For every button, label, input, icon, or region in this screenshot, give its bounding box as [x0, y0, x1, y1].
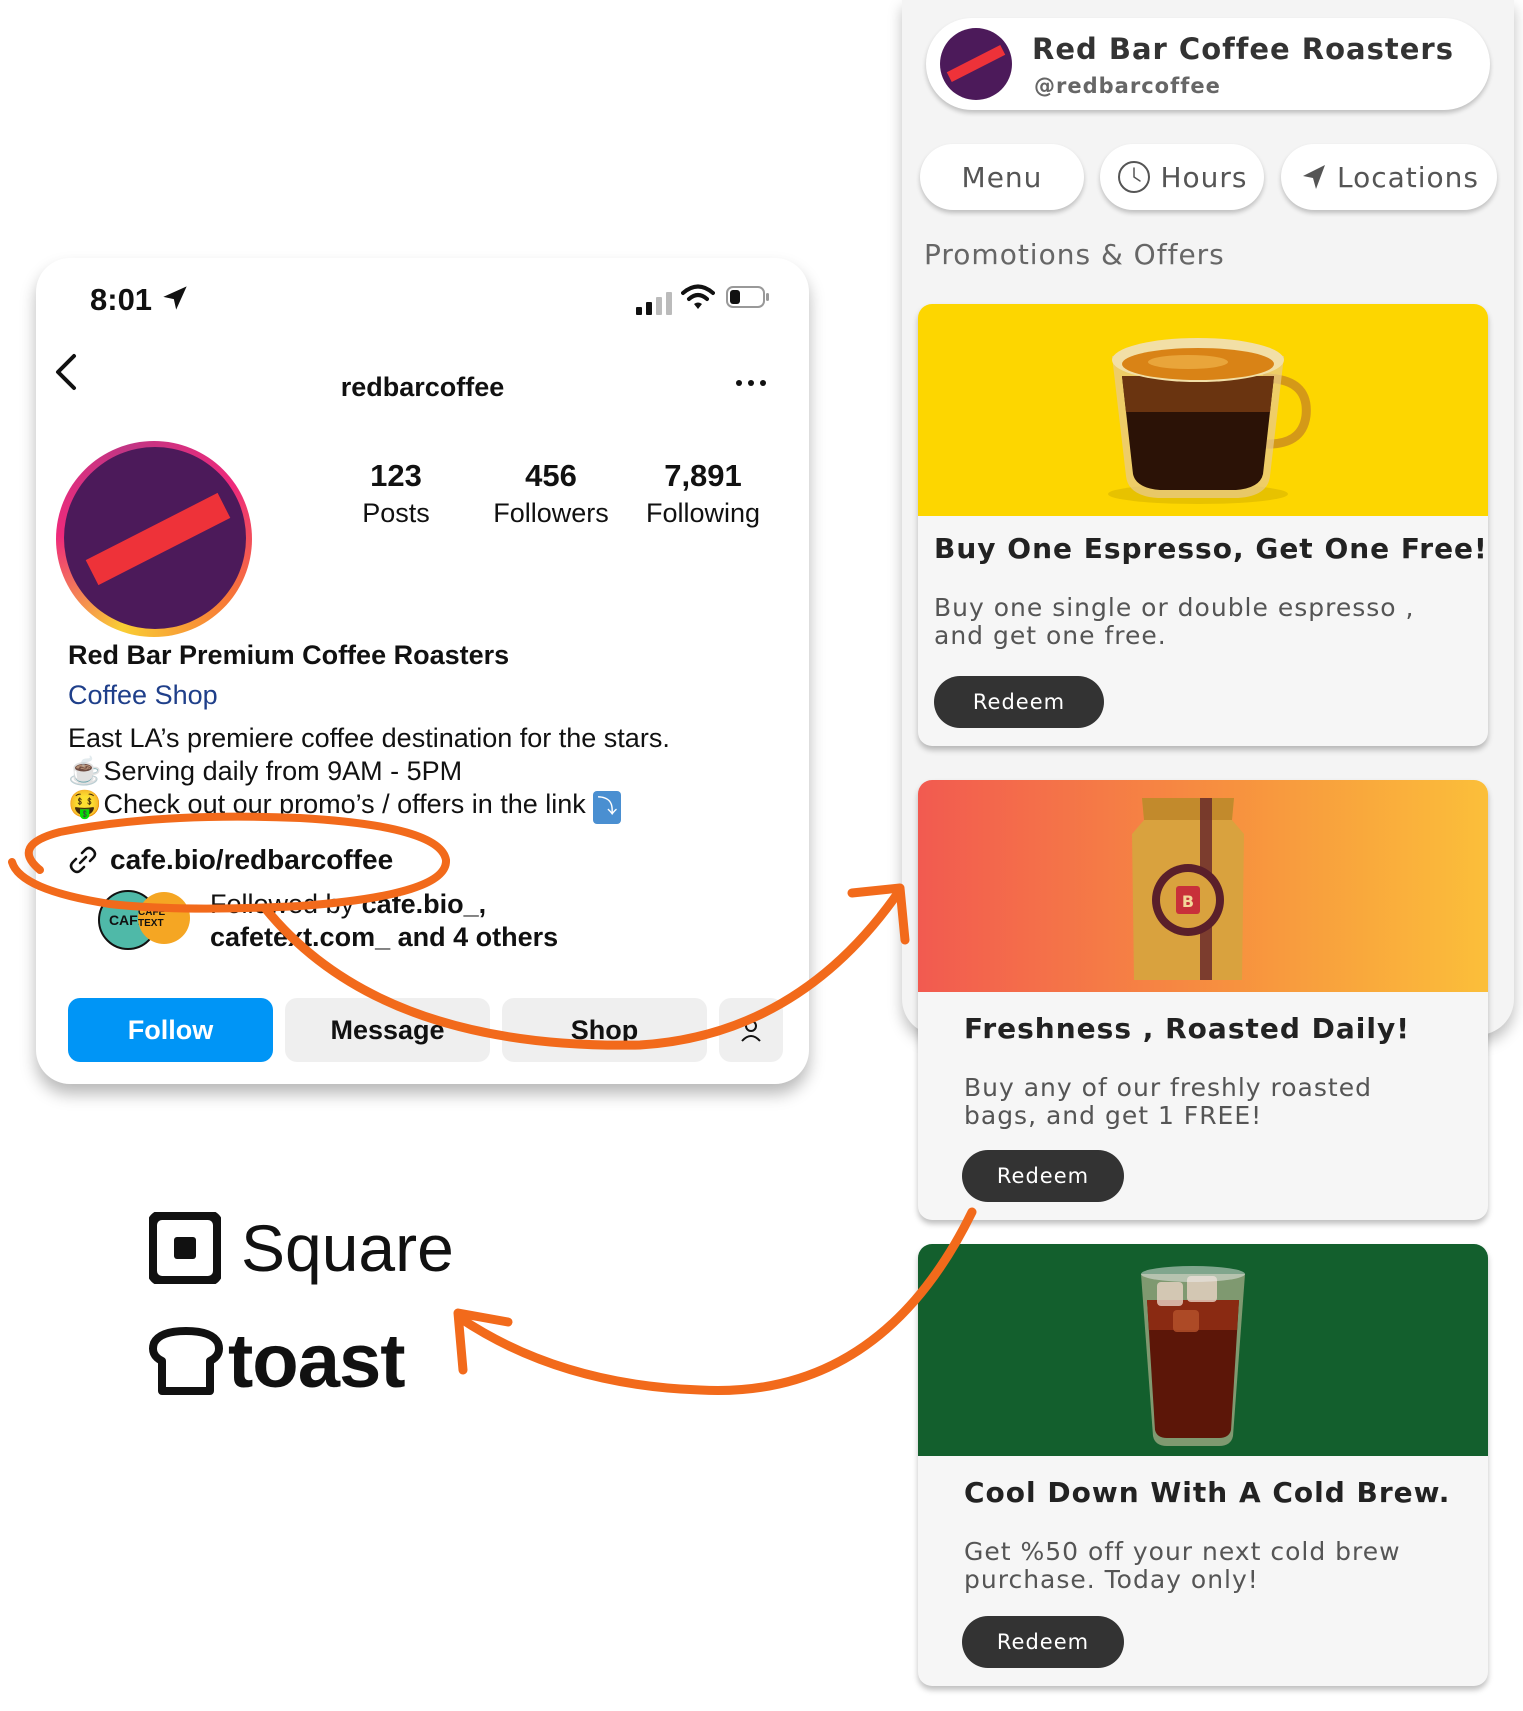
arrowhead [453, 1308, 513, 1375]
mutual-follower-avatars[interactable]: CAFE CAFE TEXT [98, 890, 198, 950]
cold-brew-glass-image [1141, 1266, 1245, 1446]
profile-username: redbarcoffee [340, 372, 505, 402]
follow-button[interactable]: Follow [68, 998, 273, 1062]
promo-title: Freshness , Roasted Daily! [964, 1012, 1410, 1045]
promo-banner: B [918, 780, 1488, 992]
avatar [940, 28, 1012, 100]
arrowhead [847, 883, 910, 945]
message-button[interactable]: Message [285, 998, 490, 1062]
posts-label: Posts [362, 498, 430, 528]
location-arrow-icon [163, 286, 187, 310]
bio-line: Check out our promo’s / offers in the li… [103, 789, 586, 819]
promo-description: Buy one single or double espresso , and … [934, 593, 1415, 650]
promo-title: Cool Down With A Cold Brew. [964, 1476, 1451, 1509]
more-options-icon[interactable] [736, 380, 766, 386]
link-icon [69, 846, 97, 874]
promo-title: Buy One Espresso, Get One Free! [934, 532, 1488, 565]
cellular-signal-icon [636, 292, 672, 315]
instagram-profile-card: 8:01 redbarcoffee 123 Posts 456 Follower… [36, 258, 809, 1084]
status-time: 8:01 [90, 282, 153, 317]
svg-text:B: B [1182, 892, 1194, 911]
nav-locations-label: Locations [1336, 160, 1479, 194]
promo-card-fresh-roast: B Freshness , Roasted Daily! Buy any of … [918, 780, 1488, 1220]
posts-count: 123 [370, 458, 422, 493]
location-arrow-icon [1302, 165, 1325, 189]
bio-header: Red Bar Coffee Roasters @redbarcoffee [926, 18, 1490, 110]
followed-by-text[interactable]: Followed by cafe.bio_, cafetext.com_ and… [210, 888, 558, 954]
stat-following[interactable]: 7,891 Following [628, 458, 778, 529]
add-person-icon [741, 1020, 761, 1042]
money-face-emoji-icon: 🤑 [68, 789, 102, 819]
nav-locations-button[interactable]: Locations [1281, 144, 1497, 210]
battery-icon [726, 286, 769, 308]
coffee-emoji-icon: ☕ [68, 756, 102, 786]
profile-avatar[interactable] [56, 441, 252, 637]
shop-button[interactable]: Shop [502, 998, 707, 1062]
bio-link-text[interactable]: cafe.bio/redbarcoffee [110, 844, 393, 876]
page-handle: @redbarcoffee [1034, 74, 1221, 98]
redeem-button[interactable]: Redeem [962, 1150, 1124, 1202]
wifi-icon [681, 284, 715, 309]
redeem-button[interactable]: Redeem [934, 676, 1104, 728]
avatar: CAFE TEXT [138, 892, 190, 944]
promo-card-espresso: Buy One Espresso, Get One Free! Buy one … [918, 304, 1488, 746]
following-label: Following [645, 498, 761, 528]
coffee-bag-image: B [1132, 798, 1244, 980]
clock-icon [1118, 161, 1151, 193]
bio-link[interactable]: cafe.bio/redbarcoffee [68, 844, 393, 876]
stat-followers[interactable]: 456 Followers [476, 458, 626, 529]
nav-menu-button[interactable]: Menu [920, 144, 1084, 210]
promo-banner [918, 1244, 1488, 1456]
stat-posts[interactable]: 123 Posts [331, 458, 461, 529]
toast-logo-icon [149, 1326, 223, 1395]
square-logo-text: Square [241, 1211, 454, 1285]
toast-logo-text: toast [228, 1319, 406, 1404]
following-count: 7,891 [664, 458, 742, 493]
arrow-down-emoji-icon: ⤵ [593, 791, 622, 824]
nav-hours-button[interactable]: Hours [1100, 144, 1264, 210]
arrow-redeem-to-pos [455, 1207, 977, 1396]
followers-count: 456 [525, 458, 577, 493]
promo-description: Buy any of our freshly roasted bags, and… [964, 1073, 1372, 1130]
promo-banner [918, 304, 1488, 516]
page-title: Red Bar Coffee Roasters [1032, 32, 1454, 66]
promotions-heading: Promotions & Offers [924, 238, 1225, 271]
promo-description: Get %50 off your next cold brew purchase… [964, 1537, 1401, 1594]
nav-menu-label: Menu [961, 160, 1043, 194]
profile-bio: East LA’s premiere coffee destination fo… [68, 722, 670, 824]
redeem-button[interactable]: Redeem [962, 1616, 1124, 1668]
bio-line: Serving daily from 9AM - 5PM [103, 756, 463, 786]
toast-logo: toast [148, 1318, 406, 1405]
suggested-users-button[interactable] [719, 998, 783, 1062]
promo-card-cold-brew: Cool Down With A Cold Brew. Get %50 off … [918, 1244, 1488, 1686]
followers-label: Followers [493, 498, 609, 528]
espresso-cup-image [1108, 338, 1311, 504]
profile-category[interactable]: Coffee Shop [68, 680, 218, 711]
bio-line: East LA’s premiere coffee destination fo… [68, 723, 670, 753]
nav-hours-label: Hours [1160, 160, 1248, 194]
square-logo-icon [149, 1212, 221, 1284]
profile-display-name: Red Bar Premium Coffee Roasters [68, 640, 510, 670]
square-logo: Square [149, 1210, 454, 1286]
